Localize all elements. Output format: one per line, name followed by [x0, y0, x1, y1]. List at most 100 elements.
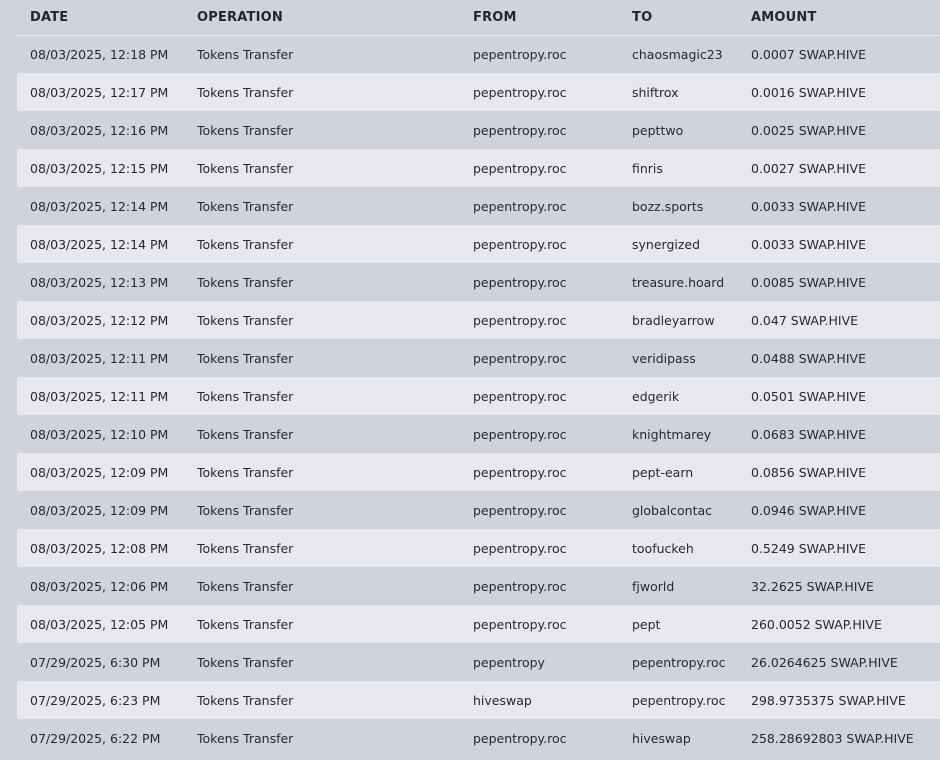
cell-from[interactable]: pepentropy.roc — [473, 491, 632, 529]
cell-amount: 32.2625 SWAP.HIVE — [751, 567, 940, 605]
cell-date: 08/03/2025, 12:09 PM — [17, 491, 197, 529]
cell-from[interactable]: pepentropy.roc — [473, 225, 632, 263]
cell-to[interactable]: pept-earn — [632, 453, 751, 491]
table-row[interactable]: 08/03/2025, 12:09 PM Tokens Transfer pepen… — [17, 491, 940, 529]
table-row[interactable]: 08/03/2025, 12:11 PM Tokens Transfer pepen… — [17, 377, 940, 415]
cell-from[interactable]: pepentropy — [473, 643, 632, 681]
cell-to[interactable]: synergized — [632, 225, 751, 263]
cell-date: 08/03/2025, 12:17 PM — [17, 73, 197, 111]
cell-operation: Tokens Transfer — [197, 149, 473, 187]
cell-date: 08/03/2025, 12:12 PM — [17, 301, 197, 339]
cell-operation: Tokens Transfer — [197, 339, 473, 377]
table-row[interactable]: 07/29/2025, 6:22 PM Tokens Transfer pepent… — [17, 719, 940, 757]
cell-to[interactable]: edgerik — [632, 377, 751, 415]
table-row[interactable]: 08/03/2025, 12:13 PM Tokens Transfer pepen… — [17, 263, 940, 301]
cell-from[interactable]: pepentropy.roc — [473, 111, 632, 149]
cell-amount: 0.0085 SWAP.HIVE — [751, 263, 940, 301]
cell-from[interactable]: pepentropy.roc — [473, 605, 632, 643]
table-row[interactable]: 08/03/2025, 12:17 PM Tokens Transfer pepen… — [17, 73, 940, 111]
cell-from[interactable]: pepentropy.roc — [473, 453, 632, 491]
cell-from[interactable]: pepentropy.roc — [473, 567, 632, 605]
column-header-date[interactable]: DATE — [17, 0, 197, 36]
cell-date: 07/29/2025, 6:23 PM — [17, 681, 197, 719]
cell-amount: 0.0025 SWAP.HIVE — [751, 111, 940, 149]
table-row[interactable]: 08/03/2025, 12:14 PM Tokens Transfer pepen… — [17, 225, 940, 263]
table-row[interactable]: 08/03/2025, 12:10 PM Tokens Transfer pepen… — [17, 415, 940, 453]
cell-operation: Tokens Transfer — [197, 453, 473, 491]
cell-amount: 0.0016 SWAP.HIVE — [751, 73, 940, 111]
cell-operation: Tokens Transfer — [197, 643, 473, 681]
cell-operation: Tokens Transfer — [197, 605, 473, 643]
cell-amount: 0.0027 SWAP.HIVE — [751, 149, 940, 187]
cell-amount: 0.0856 SWAP.HIVE — [751, 453, 940, 491]
table-row[interactable]: 07/29/2025, 6:23 PM Tokens Transfer hivesw… — [17, 681, 940, 719]
cell-to[interactable]: bozz.sports — [632, 187, 751, 225]
cell-from[interactable]: pepentropy.roc — [473, 149, 632, 187]
cell-amount: 0.0033 SWAP.HIVE — [751, 225, 940, 263]
cell-amount: 298.9735375 SWAP.HIVE — [751, 681, 940, 719]
cell-amount: 0.5249 SWAP.HIVE — [751, 529, 940, 567]
cell-operation: Tokens Transfer — [197, 35, 473, 73]
cell-from[interactable]: hiveswap — [473, 681, 632, 719]
cell-to[interactable]: hiveswap — [632, 719, 751, 757]
cell-operation: Tokens Transfer — [197, 567, 473, 605]
cell-from[interactable]: pepentropy.roc — [473, 35, 632, 73]
cell-from[interactable]: pepentropy.roc — [473, 415, 632, 453]
cell-operation: Tokens Transfer — [197, 301, 473, 339]
cell-to[interactable]: veridipass — [632, 339, 751, 377]
cell-amount: 260.0052 SWAP.HIVE — [751, 605, 940, 643]
column-header-operation[interactable]: OPERATION — [197, 0, 473, 36]
table-row[interactable]: 08/03/2025, 12:05 PM Tokens Transfer pepen… — [17, 605, 940, 643]
cell-date: 08/03/2025, 12:18 PM — [17, 35, 197, 73]
cell-to[interactable]: shiftrox — [632, 73, 751, 111]
cell-operation: Tokens Transfer — [197, 491, 473, 529]
cell-amount: 0.0946 SWAP.HIVE — [751, 491, 940, 529]
cell-date: 08/03/2025, 12:09 PM — [17, 453, 197, 491]
cell-operation: Tokens Transfer — [197, 263, 473, 301]
cell-to[interactable]: globalcontac — [632, 491, 751, 529]
cell-from[interactable]: pepentropy.roc — [473, 263, 632, 301]
table-row[interactable]: 08/03/2025, 12:08 PM Tokens Transfer pepen… — [17, 529, 940, 567]
cell-date: 08/03/2025, 12:08 PM — [17, 529, 197, 567]
cell-operation: Tokens Transfer — [197, 111, 473, 149]
table-row[interactable]: 08/03/2025, 12:11 PM Tokens Transfer pepen… — [17, 339, 940, 377]
table-row[interactable]: 08/03/2025, 12:09 PM Tokens Transfer pepen… — [17, 453, 940, 491]
cell-date: 08/03/2025, 12:14 PM — [17, 187, 197, 225]
table-row[interactable]: 08/03/2025, 12:14 PM Tokens Transfer pepen… — [17, 187, 940, 225]
table-row[interactable]: 08/03/2025, 12:06 PM Tokens Transfer pepen… — [17, 567, 940, 605]
cell-to[interactable]: pepttwo — [632, 111, 751, 149]
cell-to[interactable]: finris — [632, 149, 751, 187]
column-header-amount[interactable]: AMOUNT — [751, 0, 940, 36]
cell-from[interactable]: pepentropy.roc — [473, 377, 632, 415]
table-row[interactable]: 07/29/2025, 6:30 PM Tokens Transfer pepent… — [17, 643, 940, 681]
cell-to[interactable]: pepentropy.roc — [632, 643, 751, 681]
cell-operation: Tokens Transfer — [197, 681, 473, 719]
cell-from[interactable]: pepentropy.roc — [473, 301, 632, 339]
cell-to[interactable]: fjworld — [632, 567, 751, 605]
cell-to[interactable]: toofuckeh — [632, 529, 751, 567]
cell-from[interactable]: pepentropy.roc — [473, 339, 632, 377]
cell-to[interactable]: treasure.hoard — [632, 263, 751, 301]
cell-from[interactable]: pepentropy.roc — [473, 187, 632, 225]
cell-operation: Tokens Transfer — [197, 415, 473, 453]
cell-to[interactable]: knightmarey — [632, 415, 751, 453]
cell-to[interactable]: chaosmagic23 — [632, 35, 751, 73]
cell-from[interactable]: pepentropy.roc — [473, 529, 632, 567]
cell-to[interactable]: pept — [632, 605, 751, 643]
cell-amount: 0.0033 SWAP.HIVE — [751, 187, 940, 225]
cell-from[interactable]: pepentropy.roc — [473, 73, 632, 111]
cell-operation: Tokens Transfer — [197, 719, 473, 757]
table-row[interactable]: 08/03/2025, 12:15 PM Tokens Transfer pepen… — [17, 149, 940, 187]
cell-from[interactable]: pepentropy.roc — [473, 719, 632, 757]
table-row[interactable]: 08/03/2025, 12:18 PM Tokens Transfer pepen… — [17, 35, 940, 73]
column-header-to[interactable]: TO — [632, 0, 751, 36]
cell-to[interactable]: pepentropy.roc — [632, 681, 751, 719]
column-header-from[interactable]: FROM — [473, 0, 632, 36]
table-row[interactable]: 08/03/2025, 12:12 PM Tokens Transfer pepen… — [17, 301, 940, 339]
table-row[interactable]: 08/03/2025, 12:16 PM Tokens Transfer pepen… — [17, 111, 940, 149]
cell-date: 08/03/2025, 12:14 PM — [17, 225, 197, 263]
cell-to[interactable]: bradleyarrow — [632, 301, 751, 339]
transactions-table: DATE OPERATION FROM TO AMOUNT 08/03/2025… — [17, 0, 940, 757]
cell-operation: Tokens Transfer — [197, 225, 473, 263]
cell-amount: 0.0488 SWAP.HIVE — [751, 339, 940, 377]
